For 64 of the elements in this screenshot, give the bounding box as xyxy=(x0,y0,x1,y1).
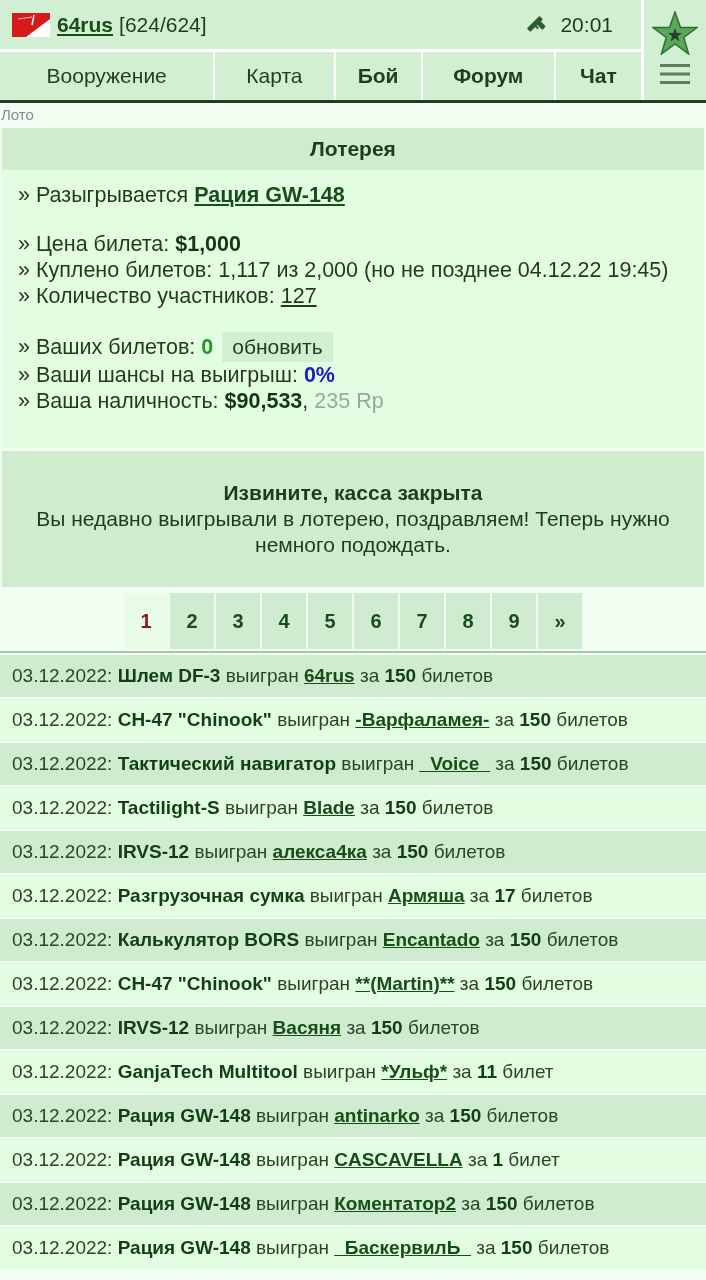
history-entry: 03.12.2022: Калькулятор BORS выигран Encantado за 150 билетов xyxy=(12,929,619,951)
winner-link[interactable]: *Ульф* xyxy=(381,1061,448,1082)
winner-link[interactable]: Армяша xyxy=(387,885,465,906)
info-line: » Ваша наличность: $90,533, 235 Rp xyxy=(18,388,384,414)
page-button[interactable]: 7 xyxy=(400,593,444,649)
prize-link[interactable]: Рация GW-148 xyxy=(194,183,345,207)
history-entry: 03.12.2022: Тактический навигатор выигран _Voice_ за 150 билетов xyxy=(12,753,629,775)
page-button[interactable]: 8 xyxy=(446,593,490,649)
nav-tab[interactable]: Бой xyxy=(335,52,421,100)
info-line: » Ваших билетов: 0 xyxy=(18,334,214,360)
winner-link[interactable]: -Варфаламея- xyxy=(355,709,490,730)
participants-link[interactable]: 127 xyxy=(280,284,317,308)
page-button[interactable]: 5 xyxy=(308,593,352,649)
history-entry: 03.12.2022: Рация GW-148 выигран _БаскервилЬ_ за 150 билетов xyxy=(12,1237,610,1259)
info-line: » Количество участников: 127 xyxy=(18,283,317,309)
history-entry: 03.12.2022: IRVS-12 выигран алекса4ка за 150 билетов xyxy=(12,841,506,863)
history-entry: 03.12.2022: GanjaTech Multitool выигран *Ульф* за 11 билет xyxy=(12,1061,554,1083)
nav-tab[interactable]: Карта xyxy=(215,52,334,100)
winner-link[interactable]: CASCAVELLA xyxy=(334,1149,463,1170)
emblem-icon xyxy=(12,12,50,37)
winner-link[interactable]: 64rus xyxy=(303,665,355,686)
info-line: » Ваши шансы на выигрыш: 0% xyxy=(18,362,335,388)
nav-tab[interactable]: Чат xyxy=(555,52,641,100)
nav-tab[interactable]: Вооружение xyxy=(0,52,214,100)
next-page-button[interactable]: » xyxy=(538,593,582,649)
winner-link[interactable]: Коментатор2 xyxy=(334,1193,456,1214)
info-line: » Разыгрывается Рация GW-148 xyxy=(18,182,345,208)
page-button[interactable]: 1 xyxy=(124,593,168,649)
history-entry: 03.12.2022: CH-47 "Chinook" выигран **(Martin)** за 150 билетов xyxy=(12,973,594,995)
history-entry: 03.12.2022: CH-47 "Chinook" выигран -Варфаламея- за 150 билетов xyxy=(12,709,628,731)
history-entry: 03.12.2022: IRVS-12 выигран Васяня за 150 билетов xyxy=(12,1017,480,1039)
menu-icon[interactable] xyxy=(660,64,690,84)
winner-link[interactable]: **(Martin)** xyxy=(355,973,455,994)
page-button[interactable]: 2 xyxy=(170,593,214,649)
winner-link[interactable]: Blade xyxy=(303,797,355,818)
winner-link[interactable]: Encantado xyxy=(382,929,480,950)
pistol-icon xyxy=(526,14,547,35)
history-entry: 03.12.2022: Tactilight-S выигран Blade за 150 билетов xyxy=(12,797,494,819)
history-entry: 03.12.2022: Рация GW-148 выигран CASCAVELLA за 1 билет xyxy=(12,1149,560,1171)
page-button[interactable]: 6 xyxy=(354,593,398,649)
breadcrumb-text: Лото xyxy=(0,105,34,125)
nav-tab[interactable]: Форум xyxy=(422,52,554,100)
winner-link[interactable]: _Voice_ xyxy=(419,753,490,774)
page-button[interactable]: 9 xyxy=(492,593,536,649)
history-entry: 03.12.2022: Рация GW-148 выигран Коментатор2 за 150 билетов xyxy=(12,1193,595,1215)
clock-time: 20:01 xyxy=(560,12,613,37)
winner-link[interactable]: antinarko xyxy=(334,1105,420,1126)
notice-message: Вы недавно выигрывали в лотерею, поздравляем! Теперь нужно немного подождать. xyxy=(35,506,671,558)
winner-link[interactable]: алекса4ка xyxy=(272,841,367,862)
info-line: » Цена билета: $1,000 xyxy=(18,231,241,257)
winner-link[interactable]: _БаскервилЬ_ xyxy=(334,1237,471,1258)
star-icon[interactable] xyxy=(652,11,698,55)
user-counter: [624/624] xyxy=(119,12,207,37)
panel-title: Лотерея xyxy=(2,128,704,170)
history-entry: 03.12.2022: Разгрузочная сумка выигран Армяша за 17 билетов xyxy=(12,885,593,907)
history-entry: 03.12.2022: Шлем DF-3 выигран 64rus за 150 билетов xyxy=(12,665,494,687)
username-link[interactable]: 64rus xyxy=(57,12,114,37)
notice-title: Извините, касса закрыта xyxy=(222,480,484,506)
winner-link[interactable]: Васяня xyxy=(272,1017,342,1038)
page-button[interactable]: 3 xyxy=(216,593,260,649)
page-button[interactable]: 4 xyxy=(262,593,306,649)
history-entry: 03.12.2022: Рация GW-148 выигран antinarko за 150 билетов xyxy=(12,1105,559,1127)
refresh-button[interactable]: обновить xyxy=(222,332,333,362)
info-line: » Куплено билетов: 1,117 из 2,000 (но не позднее 04.12.22 19:45) xyxy=(18,257,669,283)
